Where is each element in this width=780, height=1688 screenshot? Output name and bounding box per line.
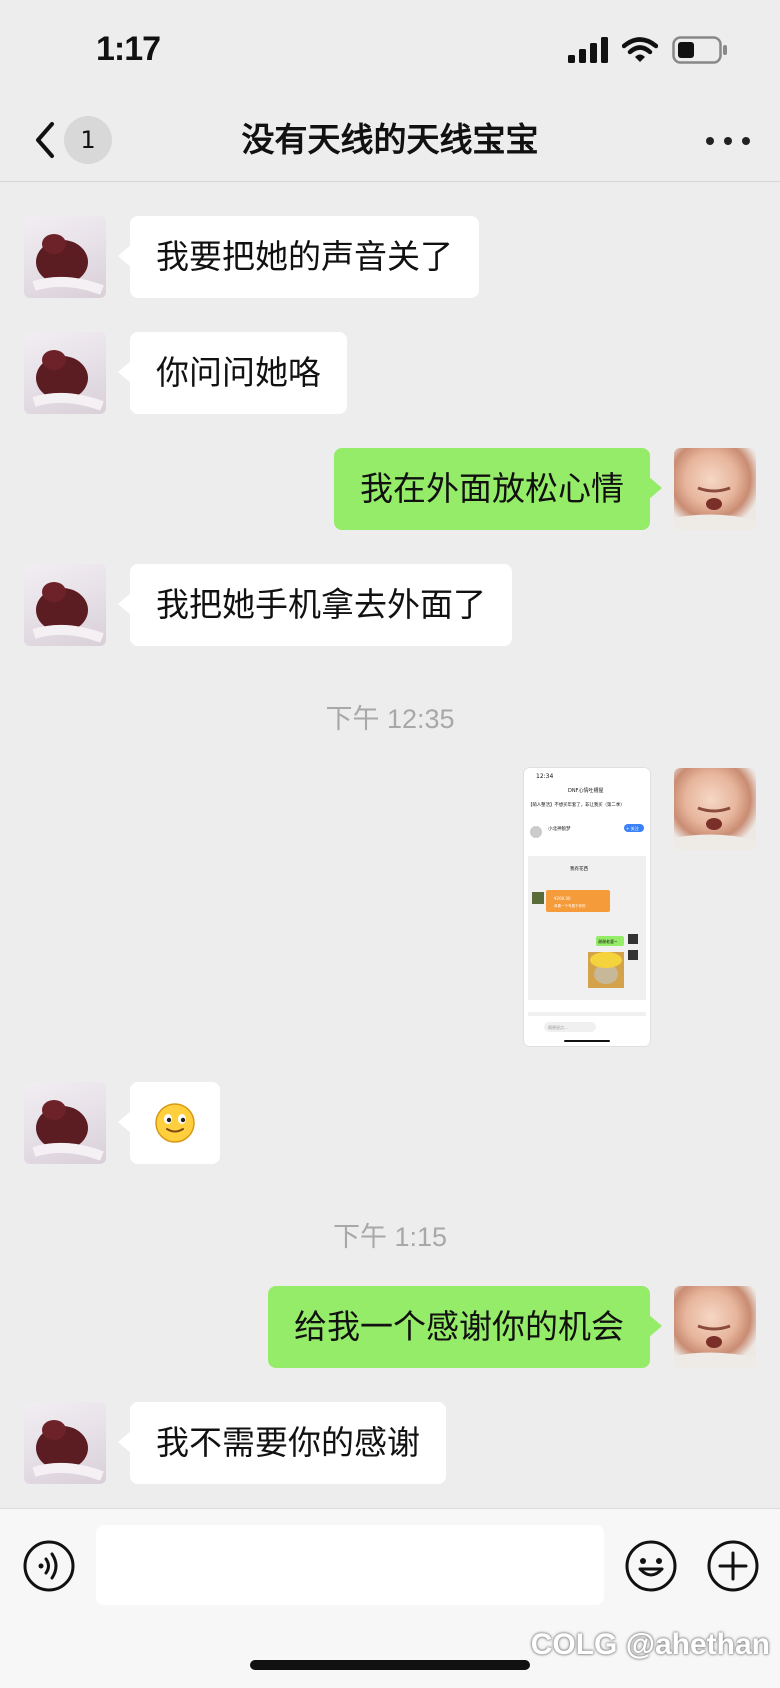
emoji-message[interactable]: [118, 1082, 220, 1164]
contact-avatar[interactable]: [24, 332, 106, 414]
contact-avatar[interactable]: [24, 1082, 106, 1164]
timestamp: 下午 1:15: [332, 1222, 448, 1252]
watermark: COLG @ahethan: [530, 1628, 770, 1661]
message-bubble[interactable]: 我在外面放松心情: [334, 448, 662, 530]
contact-avatar[interactable]: [24, 216, 106, 298]
back-arrow-icon[interactable]: [30, 118, 60, 162]
smile-emoji-icon: [155, 1103, 195, 1143]
more-icon[interactable]: [706, 126, 750, 156]
contact-avatar[interactable]: [24, 1402, 106, 1484]
message-input[interactable]: [96, 1525, 604, 1605]
thumb-follow: + 关注: [626, 825, 639, 831]
self-avatar[interactable]: [674, 768, 756, 850]
voice-icon[interactable]: [22, 1539, 76, 1593]
plus-icon[interactable]: [706, 1539, 760, 1593]
message-bubble[interactable]: 我把她手机拿去外面了: [118, 564, 512, 646]
self-avatar[interactable]: [674, 1286, 756, 1368]
status-time: 1:17: [96, 30, 161, 68]
thumb-input: 随便说点...: [548, 1024, 568, 1030]
home-indicator[interactable]: [250, 1660, 530, 1670]
message-bubble[interactable]: 给我一个感谢你的机会: [268, 1286, 662, 1368]
signal-icon: [568, 37, 608, 63]
self-avatar[interactable]: [674, 448, 756, 530]
thumb-title: DNF心情吐槽屋: [568, 787, 603, 794]
emoji-icon[interactable]: [624, 1539, 678, 1593]
status-bar: 1:17: [0, 0, 780, 100]
thumb-green: 谢谢老婆~: [598, 938, 617, 944]
chat-title: 没有天线的天线宝宝: [241, 120, 539, 159]
contact-avatar[interactable]: [24, 564, 106, 646]
thumb-post: 【萌人整活】不想买年套了，非让我买（第二季）: [528, 801, 625, 808]
screenshot-thumbnail: 12:34 DNF心情吐槽屋 【萌人整活】不想买年套了，非让我买（第二季） 小北…: [524, 768, 650, 1046]
chat-header: 1 没有天线的天线宝宝: [0, 100, 780, 182]
unread-badge[interactable]: 1: [64, 116, 112, 164]
status-icons: [568, 36, 728, 64]
thumb-time: 12:34: [536, 773, 553, 780]
thumb-amount: ¥200.00: [554, 896, 571, 901]
message-bubble[interactable]: 我不需要你的感谢: [118, 1402, 446, 1484]
message-bubble[interactable]: 我要把她的声音关了: [118, 216, 479, 298]
wifi-icon: [622, 37, 658, 62]
timestamp: 下午 12:35: [325, 704, 455, 734]
screenshot-image-message[interactable]: 12:34 DNF心情吐槽屋 【萌人整活】不想买年套了，非让我买（第二季） 小北…: [524, 768, 650, 1046]
battery-icon: [672, 36, 727, 64]
thumb-note: 恭喜一个专属于你的: [554, 903, 586, 908]
thumb-chat-title: 我有花西: [570, 865, 588, 872]
thumb-author: 小北神狼梦: [548, 825, 571, 832]
message-bubble[interactable]: 你问问她咯: [118, 332, 347, 414]
